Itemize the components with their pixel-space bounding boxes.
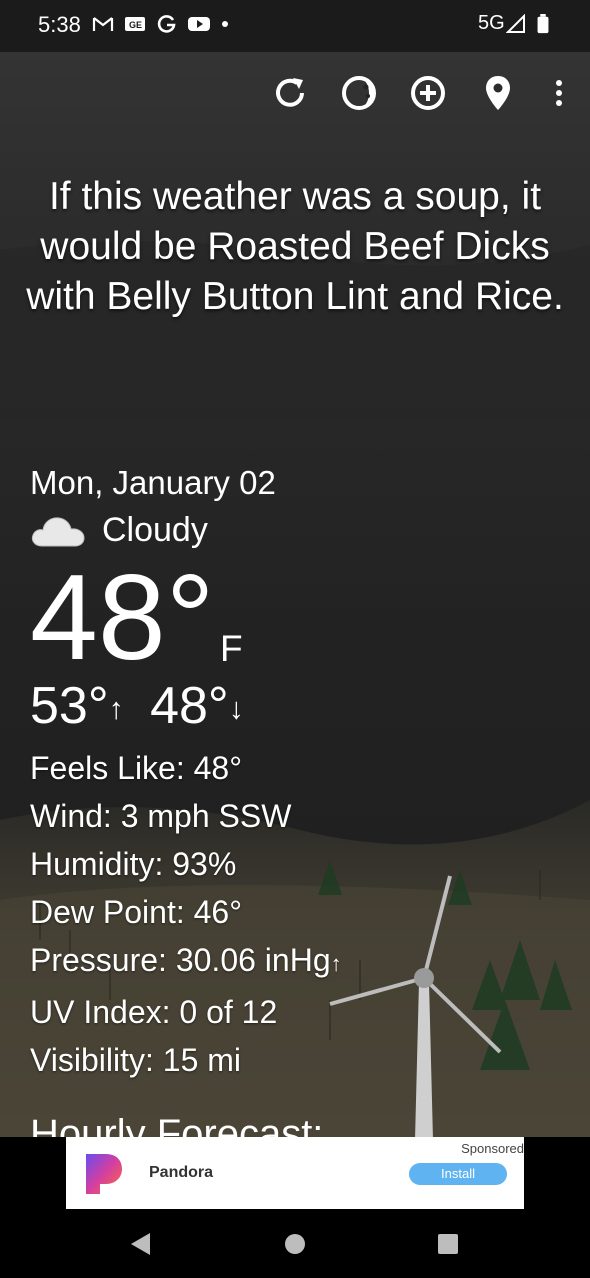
status-bar: 5:38 GE 5G	[0, 0, 590, 52]
high-arrow-icon: ↑	[108, 692, 124, 726]
theme-button[interactable]	[336, 70, 382, 116]
refresh-icon	[276, 78, 304, 107]
add-location-icon	[411, 76, 445, 110]
uv-index: UV Index: 0 of 12	[30, 994, 278, 1030]
more-options-icon	[556, 80, 562, 106]
low-temp: 48°	[150, 677, 229, 735]
notification-icons: GE	[92, 14, 230, 34]
ad-app-name: Pandora	[149, 1164, 214, 1181]
gmail-icon	[92, 17, 114, 31]
system-icons	[506, 14, 550, 34]
more-options-button[interactable]	[536, 70, 582, 116]
condition-row: Cloudy	[30, 510, 208, 550]
pressure-row: Pressure: 30.06 inHg↑	[30, 936, 342, 988]
feels-like: Feels Like: 48°	[30, 750, 243, 786]
app-toolbar	[0, 70, 590, 120]
location-button[interactable]	[475, 70, 521, 116]
recents-button[interactable]	[433, 1229, 463, 1259]
home-icon	[285, 1234, 305, 1254]
weather-quip: If this weather was a soup, it would be …	[26, 175, 564, 318]
wind: Wind: 3 mph SSW	[30, 798, 292, 834]
svg-text:GE: GE	[129, 20, 142, 30]
battery-icon	[537, 14, 549, 34]
weather-details: Feels Like: 48° Wind: 3 mph SSW Humidity…	[30, 744, 342, 1084]
cloud-icon	[31, 517, 85, 547]
condition-text: Cloudy	[102, 510, 208, 549]
visibility: Visibility: 15 mi	[30, 1042, 242, 1078]
high-temp: 53°	[30, 677, 109, 735]
pressure: Pressure: 30.06 inHg	[30, 942, 331, 978]
signal-icon	[506, 14, 525, 33]
ad-sponsored-label: Sponsored	[461, 1141, 524, 1156]
navigation-bar	[0, 1209, 590, 1278]
home-button[interactable]	[280, 1229, 310, 1259]
network-type: 5G	[478, 12, 505, 34]
theme-icon	[342, 76, 376, 110]
humidity: Humidity: 93%	[30, 846, 237, 882]
ad-banner[interactable]: Sponsored Pandora Install	[66, 1137, 524, 1209]
current-date: Mon, January 02	[30, 464, 276, 501]
refresh-button[interactable]	[267, 70, 313, 116]
high-low-temps: 53°↑ 48°↓	[30, 676, 244, 739]
low-arrow-icon: ↓	[228, 692, 244, 726]
google-icon	[157, 15, 176, 33]
recents-icon	[438, 1234, 458, 1254]
back-button[interactable]	[125, 1229, 155, 1259]
dot-icon	[222, 21, 228, 27]
current-temperature: 48°	[30, 549, 215, 685]
location-pin-icon	[486, 76, 510, 110]
pressure-arrow-icon: ↑	[330, 951, 342, 976]
add-location-button[interactable]	[405, 70, 451, 116]
ad-install-button[interactable]: Install	[409, 1163, 507, 1185]
status-time: 5:38	[38, 12, 81, 37]
dew-point: Dew Point: 46°	[30, 894, 243, 930]
pandora-logo	[86, 1154, 122, 1194]
news-icon: GE	[125, 17, 145, 31]
youtube-icon	[188, 17, 210, 31]
temperature-unit: F	[220, 628, 243, 669]
back-icon	[131, 1233, 150, 1255]
